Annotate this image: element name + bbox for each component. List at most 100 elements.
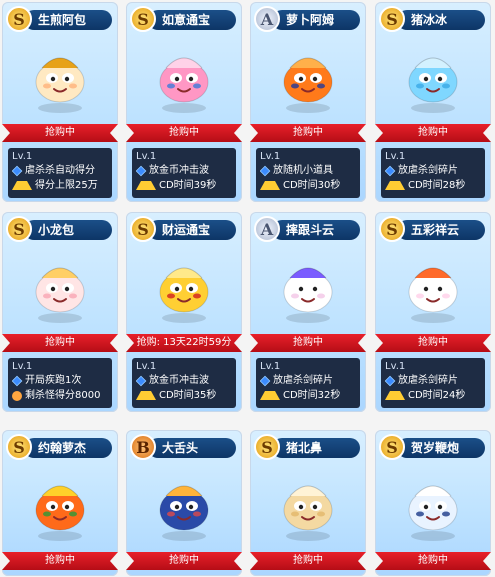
skill-row: CD时间30秒 bbox=[260, 178, 356, 193]
skill-text: CD时间35秒 bbox=[159, 390, 217, 401]
pet-name: 财运通宝 bbox=[148, 220, 236, 240]
pet-card[interactable]: 如意通宝 S 抢购中 Lv.1 放金币冲击波 CD时间39秒 bbox=[126, 2, 242, 202]
pet-name: 猪北鼻 bbox=[272, 438, 360, 458]
pet-name: 贺岁鞭炮 bbox=[397, 438, 485, 458]
purchase-status-button[interactable]: 抢购中 bbox=[126, 552, 242, 570]
pet-name: 生煎阿包 bbox=[24, 10, 112, 30]
purchase-status-button[interactable]: 抢购中 bbox=[250, 124, 366, 142]
skill-text: 剩杀怪得分8000 bbox=[25, 390, 101, 401]
purchase-status-button[interactable]: 抢购中 bbox=[2, 124, 118, 142]
pet-card[interactable]: 贺岁鞭炮 S 抢购中 bbox=[375, 430, 491, 576]
pet-info-panel: Lv.1 开局疾跑1次 剩杀怪得分8000 bbox=[8, 358, 112, 408]
diamond-icon bbox=[385, 165, 396, 176]
grade-badge-icon: S bbox=[6, 6, 32, 32]
pet-info-panel: Lv.1 放金币冲击波 CD时间39秒 bbox=[132, 148, 236, 198]
skill-row: 放随机小道具 bbox=[260, 163, 356, 178]
pet-card[interactable]: 约翰萝杰 S 抢购中 bbox=[2, 430, 118, 576]
skill-text: 放金币冲击波 bbox=[149, 165, 209, 176]
pet-info-panel: Lv.1 放虐杀剑碎片 CD时间28秒 bbox=[381, 148, 485, 198]
pet-name: 猪冰冰 bbox=[397, 10, 485, 30]
skill-text: 虐杀杀自动得分 bbox=[25, 165, 95, 176]
pet-character-image bbox=[20, 248, 100, 328]
person-icon bbox=[12, 390, 22, 401]
diamond-icon bbox=[12, 375, 23, 386]
pet-card[interactable]: 猪冰冰 S 抢购中 Lv.1 放虐杀剑碎片 CD时间28秒 bbox=[375, 2, 491, 202]
level-label: Lv.1 bbox=[12, 361, 33, 372]
skill-text: CD时间32秒 bbox=[283, 390, 341, 401]
skill-row: CD时间24秒 bbox=[385, 388, 481, 403]
pet-character-image bbox=[393, 38, 473, 118]
pet-name: 萝卜阿姆 bbox=[272, 10, 360, 30]
pet-character-image bbox=[393, 466, 473, 546]
diamond-icon bbox=[385, 375, 396, 386]
skill-text: 放虐杀剑碎片 bbox=[398, 375, 458, 386]
pet-card[interactable]: 摔跟斗云 A 抢购中 Lv.1 放虐杀剑碎片 CD时间32秒 bbox=[250, 212, 366, 412]
skill-text: 放随机小道具 bbox=[273, 165, 333, 176]
pet-info-panel: Lv.1 放金币冲击波 CD时间35秒 bbox=[132, 358, 236, 408]
grade-badge-icon: S bbox=[379, 6, 405, 32]
pet-character-image bbox=[144, 466, 224, 546]
pet-info-panel: Lv.1 放随机小道具 CD时间30秒 bbox=[256, 148, 360, 198]
pet-character-image bbox=[393, 248, 473, 328]
skill-text: 放虐杀剑碎片 bbox=[273, 375, 333, 386]
pet-card[interactable]: 生煎阿包 S 抢购中 Lv.1 虐杀杀自动得分 得分上限25万 bbox=[2, 2, 118, 202]
purchase-status-button[interactable]: 抢购: 13天22时59分 bbox=[126, 334, 242, 352]
pet-info-panel: Lv.1 虐杀杀自动得分 得分上限25万 bbox=[8, 148, 112, 198]
pet-card[interactable]: 小龙包 S 抢购中 Lv.1 开局疾跑1次 剩杀怪得分8000 bbox=[2, 212, 118, 412]
pet-info-panel: Lv.1 放虐杀剑碎片 CD时间32秒 bbox=[256, 358, 360, 408]
skill-row: 放虐杀剑碎片 bbox=[260, 373, 356, 388]
pet-character-image bbox=[268, 248, 348, 328]
skill-row: CD时间28秒 bbox=[385, 178, 481, 193]
skill-row: CD时间32秒 bbox=[260, 388, 356, 403]
purchase-status-button[interactable]: 抢购中 bbox=[375, 552, 491, 570]
purchase-status-button[interactable]: 抢购中 bbox=[375, 124, 491, 142]
skill-row: 放虐杀剑碎片 bbox=[385, 373, 481, 388]
pet-name: 摔跟斗云 bbox=[272, 220, 360, 240]
purchase-status-button[interactable]: 抢购中 bbox=[250, 552, 366, 570]
arrow-icon bbox=[385, 391, 405, 400]
grade-badge-icon: A bbox=[254, 216, 280, 242]
level-label: Lv.1 bbox=[385, 361, 406, 372]
pet-name: 大舌头 bbox=[148, 438, 236, 458]
skill-row: 放金币冲击波 bbox=[136, 373, 232, 388]
pet-shop-grid: 生煎阿包 S 抢购中 Lv.1 虐杀杀自动得分 得分上限25万 如意通宝 S 抢… bbox=[0, 0, 495, 577]
diamond-icon bbox=[136, 375, 147, 386]
arrow-icon bbox=[260, 181, 280, 190]
pet-character-image bbox=[20, 466, 100, 546]
pet-card[interactable]: 五彩祥云 S 抢购中 Lv.1 放虐杀剑碎片 CD时间24秒 bbox=[375, 212, 491, 412]
grade-badge-icon: A bbox=[254, 6, 280, 32]
grade-badge-icon: S bbox=[130, 216, 156, 242]
grade-badge-icon: B bbox=[130, 434, 156, 460]
purchase-status-button[interactable]: 抢购中 bbox=[2, 334, 118, 352]
level-label: Lv.1 bbox=[136, 361, 157, 372]
pet-character-image bbox=[268, 38, 348, 118]
pet-card[interactable]: 大舌头 B 抢购中 bbox=[126, 430, 242, 576]
purchase-status-button[interactable]: 抢购中 bbox=[2, 552, 118, 570]
arrow-icon bbox=[12, 181, 32, 190]
skill-row: 放金币冲击波 bbox=[136, 163, 232, 178]
skill-text: CD时间39秒 bbox=[159, 180, 217, 191]
skill-text: 开局疾跑1次 bbox=[25, 375, 82, 386]
purchase-status-button[interactable]: 抢购中 bbox=[250, 334, 366, 352]
skill-row: CD时间35秒 bbox=[136, 388, 232, 403]
pet-name: 小龙包 bbox=[24, 220, 112, 240]
skill-text: 得分上限25万 bbox=[35, 180, 98, 191]
pet-card[interactable]: 萝卜阿姆 A 抢购中 Lv.1 放随机小道具 CD时间30秒 bbox=[250, 2, 366, 202]
grade-badge-icon: S bbox=[379, 216, 405, 242]
diamond-icon bbox=[12, 165, 23, 176]
purchase-status-button[interactable]: 抢购中 bbox=[126, 124, 242, 142]
pet-character-image bbox=[20, 38, 100, 118]
skill-text: CD时间24秒 bbox=[408, 390, 466, 401]
level-label: Lv.1 bbox=[12, 151, 33, 162]
pet-card[interactable]: 猪北鼻 S 抢购中 bbox=[250, 430, 366, 576]
pet-character-image bbox=[144, 38, 224, 118]
skill-text: CD时间30秒 bbox=[283, 180, 341, 191]
pet-card[interactable]: 财运通宝 S 抢购: 13天22时59分 Lv.1 放金币冲击波 CD时间35秒 bbox=[126, 212, 242, 412]
arrow-icon bbox=[136, 391, 156, 400]
arrow-icon bbox=[260, 391, 280, 400]
grade-badge-icon: S bbox=[379, 434, 405, 460]
purchase-status-button[interactable]: 抢购中 bbox=[375, 334, 491, 352]
pet-name: 五彩祥云 bbox=[397, 220, 485, 240]
grade-badge-icon: S bbox=[6, 216, 32, 242]
level-label: Lv.1 bbox=[136, 151, 157, 162]
